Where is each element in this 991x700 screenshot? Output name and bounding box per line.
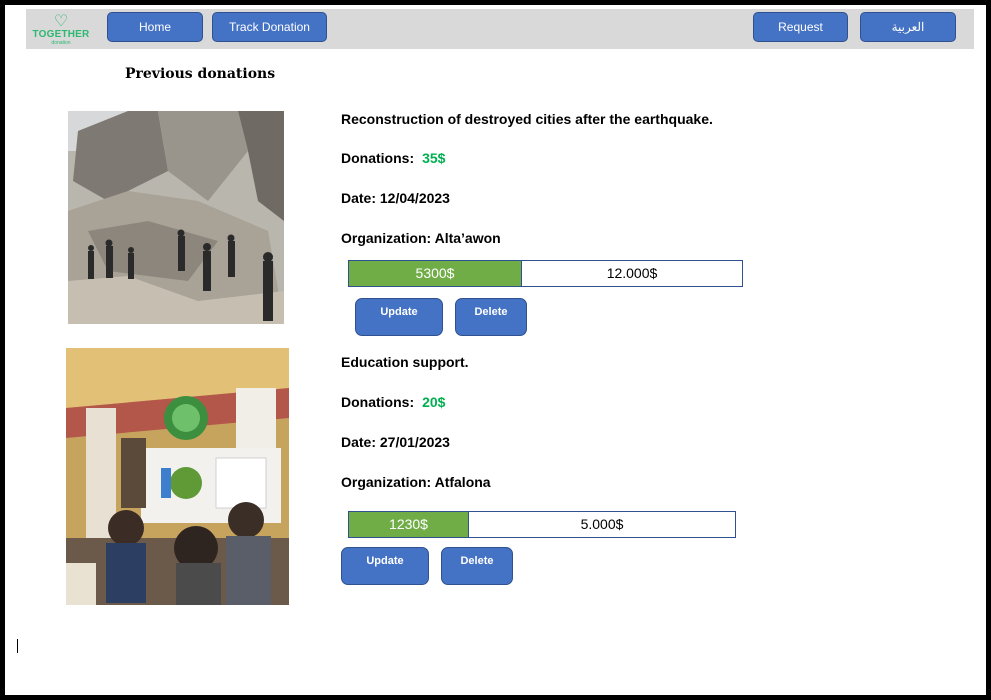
progress-goal: 5.000$ bbox=[580, 516, 624, 532]
donation-title: Reconstruction of destroyed cities after… bbox=[341, 111, 713, 127]
donation-date: Date: 27/01/2023 bbox=[341, 434, 450, 450]
progress-bar: 5300$ 12.000$ bbox=[348, 260, 743, 287]
delete-button[interactable]: Delete bbox=[455, 298, 527, 336]
donations-label: Donations: bbox=[341, 150, 415, 166]
progress-raised: 1230$ bbox=[349, 512, 469, 537]
request-button[interactable]: Request bbox=[753, 12, 848, 42]
donation-amount: 35$ bbox=[422, 150, 446, 166]
classroom-tent-photo bbox=[66, 348, 289, 605]
donation-amount: 20$ bbox=[422, 394, 446, 410]
donations-row: Donations: 20$ bbox=[341, 394, 445, 410]
heart-hands-icon: ♡ bbox=[53, 11, 69, 30]
navbar: ♡ TOGETHER donation Home Track Donation … bbox=[26, 9, 974, 49]
update-button[interactable]: Update bbox=[355, 298, 443, 336]
donations-label: Donations: bbox=[341, 394, 415, 410]
earthquake-rubble-photo bbox=[68, 111, 284, 324]
together-logo[interactable]: ♡ TOGETHER donation bbox=[30, 13, 92, 47]
donations-row: Donations: 35$ bbox=[341, 150, 445, 166]
delete-button[interactable]: Delete bbox=[441, 547, 513, 585]
page-title: Previous donations bbox=[125, 66, 276, 82]
progress-raised: 5300$ bbox=[349, 261, 522, 286]
donation-organization: Organization: Atfalona bbox=[341, 474, 491, 490]
home-button[interactable]: Home bbox=[107, 12, 203, 42]
donation-date: Date: 12/04/2023 bbox=[341, 190, 450, 206]
donation-title: Education support. bbox=[341, 354, 469, 370]
progress-bar: 1230$ 5.000$ bbox=[348, 511, 736, 538]
language-button[interactable]: العربية bbox=[860, 12, 956, 42]
logo-text: TOGETHER bbox=[32, 29, 90, 40]
text-cursor bbox=[17, 639, 18, 653]
logo-subtext: donation bbox=[51, 40, 71, 46]
track-donation-button[interactable]: Track Donation bbox=[212, 12, 327, 42]
update-button[interactable]: Update bbox=[341, 547, 429, 585]
progress-goal: 12.000$ bbox=[606, 265, 658, 281]
window-frame: ♡ TOGETHER donation Home Track Donation … bbox=[0, 0, 991, 700]
donation-organization: Organization: Alta’awon bbox=[341, 230, 501, 246]
